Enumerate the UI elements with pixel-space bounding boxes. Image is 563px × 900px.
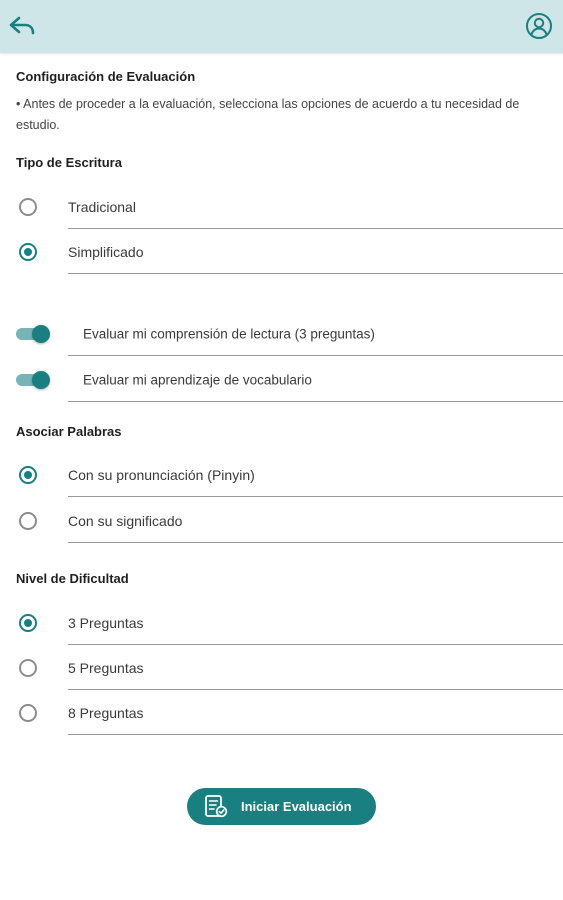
radio-5-questions[interactable] [19, 658, 37, 677]
option-pronunciation[interactable]: Con su pronunciación (Pinyin) [0, 452, 563, 497]
option-5-questions[interactable]: 5 Preguntas [0, 645, 563, 690]
user-profile-icon [526, 13, 552, 39]
app-header [0, 0, 563, 53]
divider [68, 542, 563, 543]
option-3-questions[interactable]: 3 Preguntas [0, 600, 563, 645]
associate-words-title: Asociar Palabras [16, 424, 122, 439]
divider [68, 401, 563, 402]
radio-pronunciation[interactable] [19, 465, 37, 484]
toggle-row-vocabulary[interactable]: Evaluar mi aprendizaje de vocabulario [0, 357, 563, 402]
toggle-row-reading[interactable]: Evaluar mi comprensión de lectura (3 pre… [0, 311, 563, 356]
radio-3-questions[interactable] [19, 613, 37, 632]
vocabulary-toggle[interactable] [16, 370, 50, 389]
toggle-label: Evaluar mi comprensión de lectura (3 pre… [83, 326, 375, 341]
config-title: Configuración de Evaluación [16, 69, 196, 84]
toggle-knob [32, 370, 50, 389]
evaluation-document-icon [203, 794, 229, 820]
back-arrow-icon [9, 16, 35, 35]
option-label: Con su pronunciación (Pinyin) [68, 466, 255, 483]
divider [68, 496, 563, 497]
intro-text: • Antes de proceder a la evaluación, sel… [16, 97, 520, 132]
option-label: 3 Preguntas [68, 614, 144, 631]
option-label: Con su significado [68, 512, 183, 529]
start-evaluation-button[interactable]: Iniciar Evaluación [187, 788, 376, 825]
radio-meaning[interactable] [19, 511, 37, 530]
toggle-label: Evaluar mi aprendizaje de vocabulario [83, 372, 312, 387]
option-simplificado[interactable]: Simplificado [0, 229, 563, 274]
radio-tradicional[interactable] [19, 197, 37, 216]
reading-comprehension-toggle[interactable] [16, 324, 50, 343]
difficulty-title: Nivel de Dificultad [16, 571, 129, 586]
back-button[interactable] [6, 10, 38, 42]
option-label: Tradicional [68, 198, 136, 215]
divider [68, 734, 563, 735]
divider [68, 273, 563, 274]
radio-8-questions[interactable] [19, 703, 37, 722]
option-meaning[interactable]: Con su significado [0, 498, 563, 543]
option-label: 5 Preguntas [68, 659, 144, 676]
radio-simplificado[interactable] [19, 242, 37, 261]
start-evaluation-label: Iniciar Evaluación [241, 799, 352, 814]
toggle-knob [32, 324, 50, 343]
profile-button[interactable] [523, 10, 555, 42]
option-label: 8 Preguntas [68, 704, 144, 721]
option-tradicional[interactable]: Tradicional [0, 184, 563, 229]
option-8-questions[interactable]: 8 Preguntas [0, 690, 563, 735]
option-label: Simplificado [68, 243, 144, 260]
divider [68, 355, 563, 356]
writing-type-title: Tipo de Escritura [16, 155, 122, 170]
